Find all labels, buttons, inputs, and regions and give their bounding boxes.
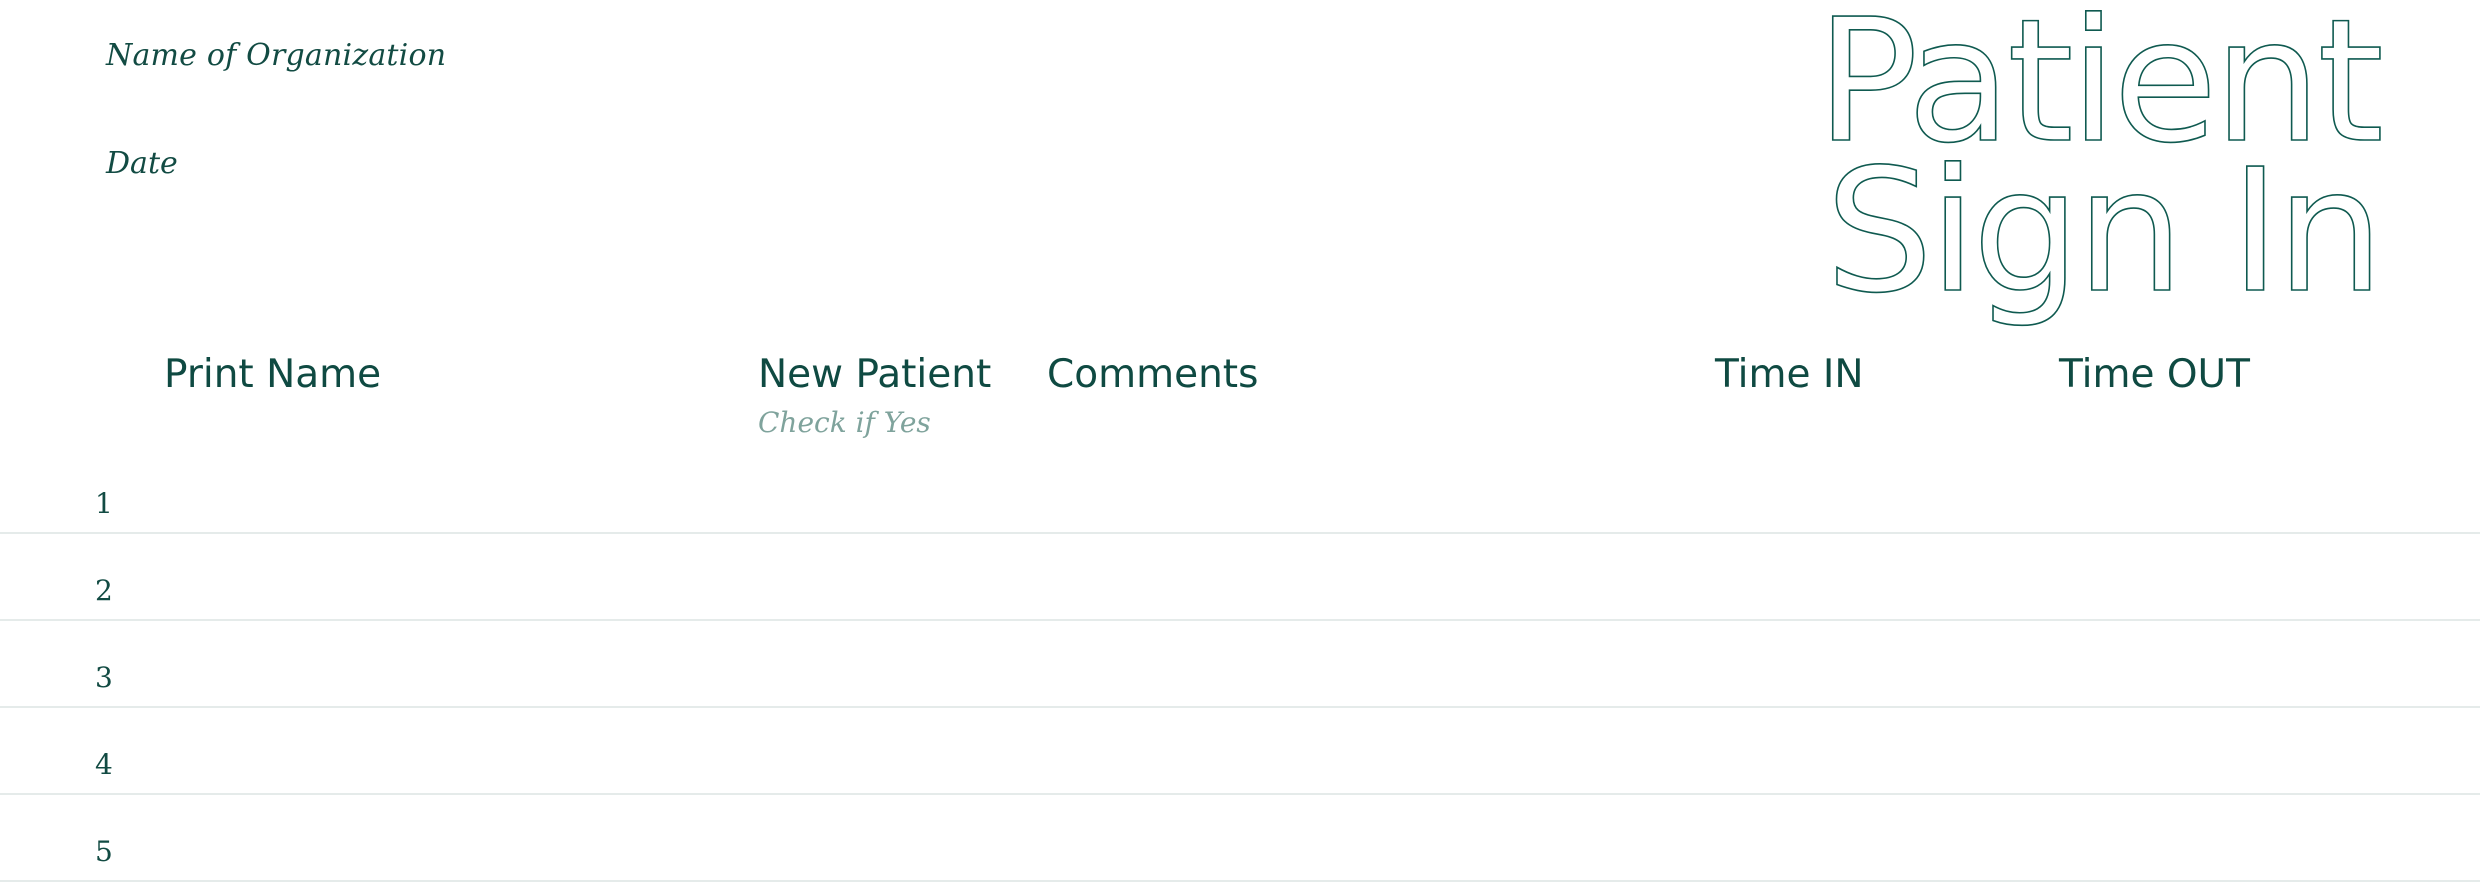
table-row[interactable]: 4 [0,706,2480,795]
row-number: 2 [95,574,113,607]
page-title: Patient Sign In [1815,0,2385,332]
table-row[interactable]: 3 [0,619,2480,708]
title-line-2: Sign In [1825,133,2380,331]
row-number: 5 [95,835,113,868]
column-header-new-patient: New Patient [758,352,992,397]
organization-field[interactable]: Name of Organization [106,38,446,73]
row-number: 4 [95,748,113,781]
row-number: 1 [95,487,113,520]
column-header-comments: Comments [1047,352,1259,397]
column-subheader-check-if-yes: Check if Yes [758,406,931,439]
table-row[interactable]: 1 [0,445,2480,534]
column-header-time-in: Time IN [1715,352,1864,397]
row-number: 3 [95,661,113,694]
column-header-time-out: Time OUT [2059,352,2250,397]
column-header-print-name: Print Name [164,352,382,397]
table-row[interactable]: 2 [0,532,2480,621]
table-row[interactable]: 5 [0,793,2480,882]
date-field[interactable]: Date [106,146,178,181]
